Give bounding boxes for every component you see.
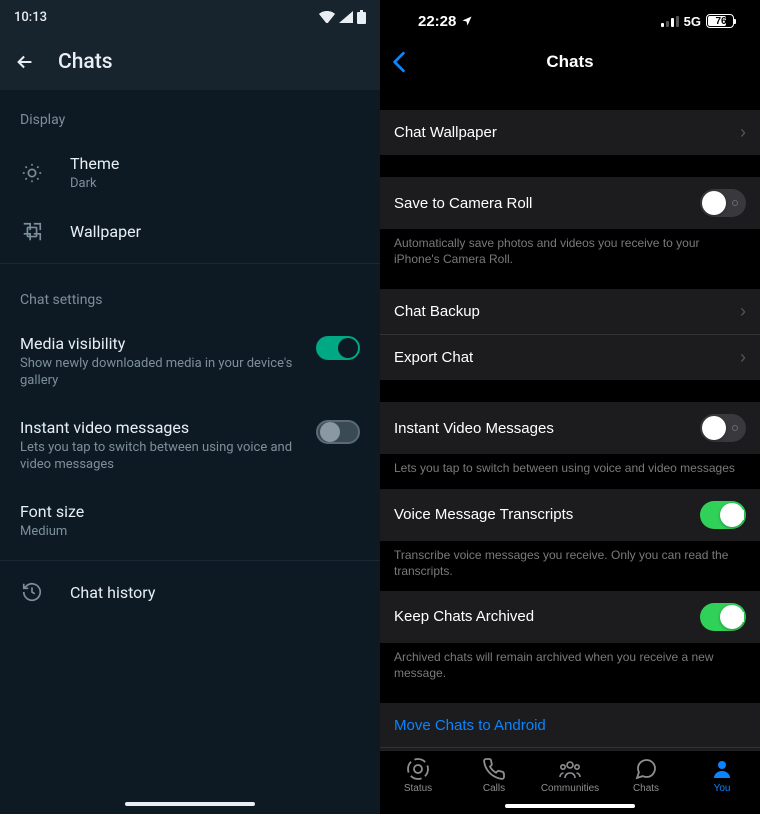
ios-home-indicator (505, 804, 635, 808)
status-time: 22:28 (418, 13, 456, 30)
chat-wallpaper-cell[interactable]: Chat Wallpaper › (380, 110, 760, 155)
tab-chats-label: Chats (633, 783, 659, 794)
location-icon (461, 15, 473, 27)
chevron-right-icon: › (740, 347, 746, 368)
signal-icon (339, 11, 353, 23)
status-icon (405, 757, 431, 781)
media-visibility-sub: Show newly downloaded media in your devi… (20, 355, 302, 390)
font-size-value: Medium (20, 523, 360, 541)
instant-video-toggle[interactable] (316, 420, 360, 444)
media-visibility-row[interactable]: Media visibility Show newly downloaded m… (0, 320, 380, 404)
media-visibility-toggle[interactable] (316, 336, 360, 360)
voice-transcripts-label: Voice Message Transcripts (394, 506, 573, 523)
media-visibility-title: Media visibility (20, 334, 302, 353)
tab-you-label: You (714, 783, 731, 794)
battery-icon (357, 10, 366, 24)
save-camera-footer: Automatically save photos and videos you… (380, 229, 760, 267)
move-android-label: Move Chats to Android (394, 717, 546, 734)
chevron-right-icon: › (740, 122, 746, 143)
wallpaper-title: Wallpaper (70, 222, 360, 241)
ios-screen: 22:28 5G 76 Chats Chat Wallpaper › Save … (380, 0, 760, 814)
instant-video-footer: Lets you tap to switch between using voi… (380, 454, 760, 476)
tab-communities[interactable]: Communities (535, 757, 605, 794)
status-icons (319, 10, 366, 24)
wallpaper-row[interactable]: Wallpaper (0, 207, 380, 257)
ios-nav-bar: Chats (380, 42, 760, 82)
instant-video-toggle[interactable] (700, 414, 746, 442)
theme-icon (21, 162, 43, 184)
battery-pct: 76 (708, 16, 734, 27)
ios-content: Chat Wallpaper › Save to Camera Roll Aut… (380, 82, 760, 750)
theme-row[interactable]: Theme Dark (0, 140, 380, 207)
chevron-right-icon: › (740, 301, 746, 322)
tab-communities-label: Communities (541, 783, 599, 794)
instant-video-title: Instant video messages (20, 418, 302, 437)
wifi-icon (319, 11, 335, 23)
theme-value: Dark (70, 175, 360, 193)
tab-chats[interactable]: Chats (611, 757, 681, 794)
tab-calls-label: Calls (483, 783, 505, 794)
font-size-title: Font size (20, 502, 360, 521)
tab-you[interactable]: You (687, 757, 757, 794)
android-home-indicator (125, 802, 255, 806)
chat-backup-cell[interactable]: Chat Backup › (380, 289, 760, 334)
keep-archived-label: Keep Chats Archived (394, 608, 534, 625)
chat-wallpaper-label: Chat Wallpaper (394, 124, 497, 141)
keep-archived-footer: Archived chats will remain archived when… (380, 643, 760, 681)
instant-video-label: Instant Video Messages (394, 420, 554, 437)
tab-calls[interactable]: Calls (459, 757, 529, 794)
display-section-label: Display (0, 90, 380, 140)
move-android-cell[interactable]: Move Chats to Android (380, 703, 760, 747)
voice-transcripts-cell[interactable]: Voice Message Transcripts (380, 489, 760, 541)
divider (0, 560, 380, 561)
android-screen: 10:13 Chats Display Theme Dark Wallpaper… (0, 0, 380, 814)
save-camera-toggle[interactable] (700, 189, 746, 217)
communities-icon (557, 757, 583, 781)
back-arrow-icon[interactable] (14, 51, 36, 73)
chat-settings-label: Chat settings (0, 270, 380, 320)
calls-icon (481, 757, 507, 781)
android-header: Chats (0, 34, 380, 90)
battery-icon: 76 (706, 14, 734, 28)
save-camera-label: Save to Camera Roll (394, 195, 532, 212)
ios-status-bar: 22:28 5G 76 (380, 0, 760, 42)
tab-status[interactable]: Status (383, 757, 453, 794)
save-camera-roll-cell[interactable]: Save to Camera Roll (380, 177, 760, 229)
wallpaper-icon (21, 221, 43, 243)
chats-icon (633, 757, 659, 781)
chat-history-title: Chat history (70, 583, 360, 602)
voice-transcripts-footer: Transcribe voice messages you receive. O… (380, 541, 760, 579)
tab-status-label: Status (404, 783, 432, 794)
chat-backup-label: Chat Backup (394, 303, 480, 320)
instant-video-sub: Lets you tap to switch between using voi… (20, 439, 302, 474)
you-icon (709, 757, 735, 781)
page-title: Chats (58, 50, 113, 74)
instant-video-row[interactable]: Instant video messages Lets you tap to s… (0, 404, 380, 488)
signal-icon (661, 16, 679, 27)
font-size-row[interactable]: Font size Medium (0, 488, 380, 555)
android-status-bar: 10:13 (0, 0, 380, 34)
status-time: 10:13 (14, 10, 47, 25)
divider (0, 263, 380, 264)
chat-history-row[interactable]: Chat history (0, 567, 380, 617)
export-chat-label: Export Chat (394, 349, 473, 366)
instant-video-cell[interactable]: Instant Video Messages (380, 402, 760, 454)
history-icon (21, 581, 43, 603)
voice-transcripts-toggle[interactable] (700, 501, 746, 529)
page-title: Chats (380, 52, 760, 72)
network-label: 5G (684, 14, 701, 29)
theme-title: Theme (70, 154, 360, 173)
keep-archived-cell[interactable]: Keep Chats Archived (380, 591, 760, 643)
export-chat-cell[interactable]: Export Chat › (380, 334, 760, 380)
keep-archived-toggle[interactable] (700, 603, 746, 631)
